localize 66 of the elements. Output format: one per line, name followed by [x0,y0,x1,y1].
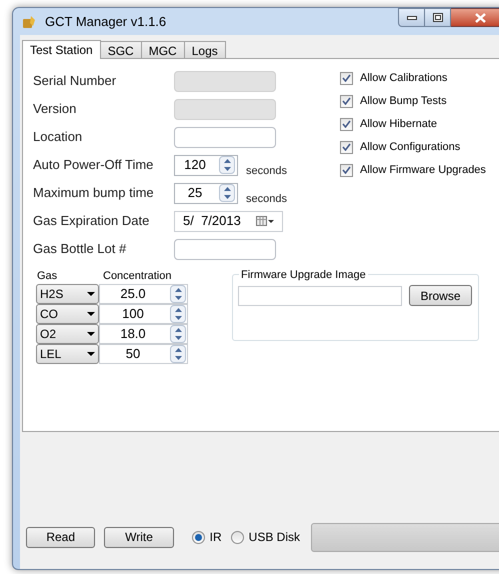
app-icon [21,14,37,30]
radio-button[interactable] [230,530,244,544]
unit-label: seconds [246,164,287,179]
checkbox[interactable] [340,118,353,130]
field-label: Serial Number [33,72,118,90]
checkbox[interactable] [340,94,353,108]
number-field[interactable]: 18.0 [99,324,188,344]
group-title: Firmware Upgrade Image [239,267,368,284]
browse-button[interactable]: Browse [409,285,472,306]
field-label: Gas Expiration Date [33,212,150,230]
checkbox-label: Allow Firmware Upgrades [360,162,486,178]
checkbox[interactable] [340,72,353,84]
column-header: Concentration [103,268,172,284]
number-field[interactable]: 100 [99,304,188,324]
spin-buttons-icon[interactable] [219,184,235,202]
spin-buttons-icon[interactable] [170,305,186,323]
spin-buttons-icon[interactable] [170,285,186,303]
date-picker[interactable]: 5/ 7/2013 [174,210,283,232]
checkbox-label: Allow Configurations [360,140,460,155]
caret-icon [87,292,95,296]
checkbox[interactable] [340,140,353,154]
maximize-button[interactable] [425,8,451,27]
number-field[interactable]: 25 [174,182,238,204]
field-label: Maximum bump time [33,184,155,202]
radio-label: USB Disk [248,529,300,546]
close-icon [475,12,486,22]
text-field[interactable] [174,126,276,148]
checkbox-label: Allow Bump Tests [360,94,447,109]
window-title: GCT Manager v1.1.6 [45,12,166,31]
field-label: Location [33,128,84,146]
action-button[interactable]: Read [26,526,96,548]
number-field[interactable]: 50 [99,344,188,364]
caret-icon [87,352,95,356]
number-field[interactable]: 25.0 [99,284,188,304]
close-button[interactable] [451,8,499,27]
text-field[interactable] [174,238,276,260]
tab[interactable]: SGC [100,41,142,58]
field-label: Version [33,100,78,118]
gas-dropdown[interactable]: CO [36,304,99,324]
spin-buttons-icon[interactable] [170,325,186,343]
gas-dropdown[interactable]: H2S [36,284,99,304]
tab[interactable]: Logs [184,41,226,58]
column-header: Gas [36,268,58,284]
gas-dropdown[interactable]: O2 [36,324,99,344]
tab[interactable]: MGC [140,41,185,58]
caret-icon [87,332,95,336]
gas-dropdown[interactable]: LEL [36,344,99,364]
number-field[interactable]: 120 [174,154,238,176]
checkbox-label: Allow Calibrations [360,70,448,86]
maximize-icon [432,13,442,22]
spin-buttons-icon[interactable] [219,156,235,174]
unit-label: seconds [246,192,287,207]
field-label: Gas Bottle Lot # [33,240,128,258]
minimize-button[interactable] [398,8,425,27]
tab[interactable]: Test Station [22,40,101,59]
action-button[interactable]: Write [104,526,174,548]
file-path-field[interactable] [238,286,402,306]
radio-button[interactable] [192,530,205,544]
radio-label: IR [210,529,222,546]
caret-icon [87,312,95,316]
calendar-icon [256,216,274,226]
field-label: Auto Power-Off Time [33,156,154,174]
minimize-icon [406,16,416,20]
checkbox[interactable] [340,164,353,176]
checkbox-label: Allow Hibernate [360,116,438,132]
spin-buttons-icon[interactable] [170,345,186,363]
